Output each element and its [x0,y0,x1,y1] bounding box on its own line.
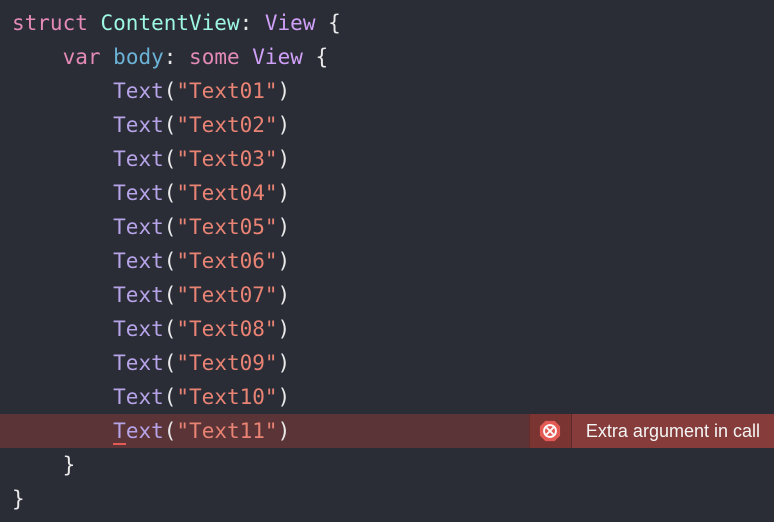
protocol-name: View [265,11,316,35]
paren-open: ( [164,317,177,341]
paren-open: ( [164,249,177,273]
code-line[interactable]: } [0,448,774,482]
paren-open: ( [164,351,177,375]
paren-open: ( [164,215,177,239]
string-literal: "Text11" [176,419,277,443]
keyword-struct: struct [12,11,88,35]
brace-open: { [315,11,340,35]
paren-close: ) [278,249,291,273]
string-literal: "Text03" [176,147,277,171]
paren-open: ( [164,385,177,409]
paren-open: ( [164,113,177,137]
paren-close: ) [278,419,291,443]
brace-open: { [303,45,328,69]
paren-close: ) [278,113,291,137]
call-text: Text [113,113,164,137]
code-line[interactable]: Text("Text10") [0,380,774,414]
string-literal: "Text10" [176,385,277,409]
paren-close: ) [278,385,291,409]
error-icon [539,420,561,442]
code-line-error[interactable]: Text("Text11") Extra argument in call [0,414,774,448]
code-line[interactable]: Text("Text08") [0,312,774,346]
code-line[interactable]: } [0,482,774,516]
string-literal: "Text05" [176,215,277,239]
error-banner[interactable]: Extra argument in call [529,414,774,448]
call-text: Text [113,79,164,103]
error-message[interactable]: Extra argument in call [571,414,774,448]
call-text: Text [113,181,164,205]
call-text: Text [113,351,164,375]
brace-close: } [12,487,25,511]
call-text: Text [113,249,164,273]
keyword-var: var [63,45,101,69]
string-literal: "Text01" [176,79,277,103]
code-line[interactable]: Text("Text04") [0,176,774,210]
colon: : [164,45,189,69]
brace-close: } [63,453,76,477]
paren-close: ) [278,351,291,375]
code-line[interactable]: var body: some View { [0,40,774,74]
keyword-some: some [189,45,240,69]
string-literal: "Text06" [176,249,277,273]
call-text-rest: ext [126,419,164,443]
call-text: Text [113,317,164,341]
paren-close: ) [278,317,291,341]
member-body: body [113,45,164,69]
code-line[interactable]: Text("Text07") [0,278,774,312]
string-literal: "Text04" [176,181,277,205]
call-text: Text [113,385,164,409]
string-literal: "Text02" [176,113,277,137]
code-line[interactable]: Text("Text02") [0,108,774,142]
call-text: Text [113,147,164,171]
error-underline: T [113,419,126,445]
code-line[interactable]: Text("Text03") [0,142,774,176]
paren-open: ( [164,419,177,443]
code-editor[interactable]: struct ContentView: View { var body: som… [0,0,774,522]
paren-open: ( [164,283,177,307]
paren-close: ) [278,147,291,171]
code-line[interactable]: Text("Text05") [0,210,774,244]
code-line[interactable]: Text("Text09") [0,346,774,380]
paren-open: ( [164,79,177,103]
type-name: ContentView [101,11,240,35]
paren-open: ( [164,147,177,171]
paren-close: ) [278,79,291,103]
error-icon-box[interactable] [529,414,571,448]
code-line[interactable]: struct ContentView: View { [0,6,774,40]
call-text: Text [113,215,164,239]
code-line[interactable]: Text("Text01") [0,74,774,108]
type-view: View [252,45,303,69]
string-literal: "Text09" [176,351,277,375]
paren-close: ) [278,215,291,239]
string-literal: "Text08" [176,317,277,341]
code-line[interactable]: Text("Text06") [0,244,774,278]
paren-close: ) [278,181,291,205]
call-text: Text [113,283,164,307]
colon: : [240,11,265,35]
paren-open: ( [164,181,177,205]
paren-close: ) [278,283,291,307]
string-literal: "Text07" [176,283,277,307]
